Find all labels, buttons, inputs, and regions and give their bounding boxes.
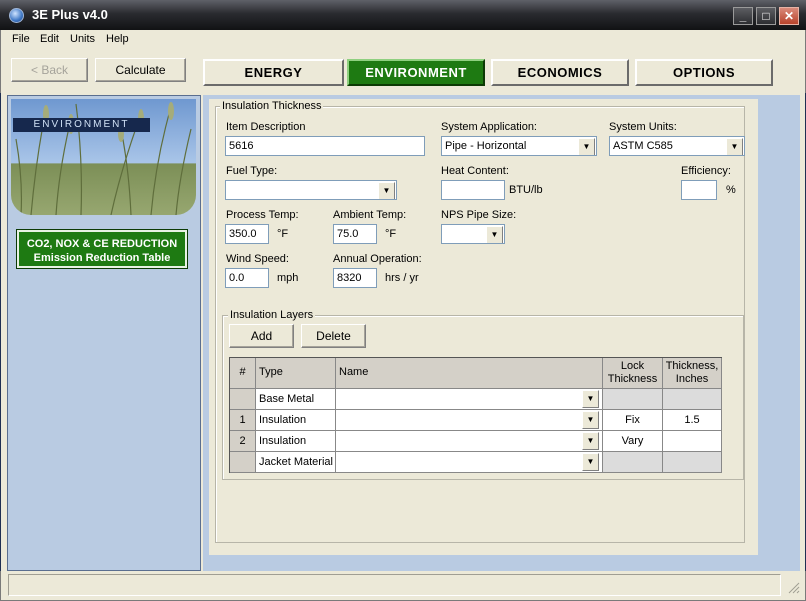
minimize-button[interactable]: _	[733, 7, 753, 25]
chevron-down-icon[interactable]: ▼	[582, 411, 599, 429]
lock-header-line1: Lock	[620, 360, 645, 372]
row-number	[230, 389, 256, 410]
efficiency-unit: %	[726, 184, 736, 196]
annual-operation-unit: hrs / yr	[385, 272, 419, 284]
thickness-header-line2: Inches	[675, 373, 709, 385]
report-button-line2: Emission Reduction Table	[33, 252, 171, 264]
chevron-down-icon[interactable]: ▼	[578, 138, 595, 155]
chevron-down-icon[interactable]: ▼	[378, 182, 395, 199]
heat-content-label: Heat Content:	[441, 165, 509, 177]
layer-type-cell[interactable]: Jacket Material	[256, 452, 336, 473]
chevron-down-icon[interactable]: ▼	[726, 138, 743, 155]
status-panel	[8, 574, 781, 596]
wind-speed-unit: mph	[277, 272, 299, 284]
layer-lock-cell	[603, 389, 663, 410]
layer-lock-cell[interactable]: Fix	[603, 410, 663, 431]
system-application-value: Pipe - Horizontal	[445, 140, 527, 152]
system-units-label: System Units:	[609, 121, 677, 133]
efficiency-label: Efficiency:	[681, 165, 731, 177]
layer-thickness-cell	[663, 389, 722, 410]
layer-thickness-cell[interactable]: 1.5	[663, 410, 722, 431]
maximize-button[interactable]: □	[756, 7, 776, 25]
process-temp-input[interactable]: 350.0	[225, 224, 269, 244]
banner-label: ENVIRONMENT	[13, 118, 150, 132]
report-button-line1: CO2, NOX & CE REDUCTION	[26, 238, 178, 250]
column-header-name: Name	[336, 358, 603, 389]
nps-pipe-size-select[interactable]: ▼	[441, 224, 505, 244]
layer-thickness-cell	[663, 452, 722, 473]
tab-energy[interactable]: ENERGY	[203, 59, 344, 86]
row-number	[230, 452, 256, 473]
chevron-down-icon[interactable]: ▼	[486, 226, 503, 243]
app-icon	[9, 8, 24, 23]
wind-speed-label: Wind Speed:	[226, 253, 289, 265]
chevron-down-icon[interactable]: ▼	[582, 390, 599, 408]
layer-lock-cell[interactable]: Vary	[603, 431, 663, 452]
layer-lock-cell	[603, 452, 663, 473]
column-header-lock-thickness: Lock Thickness	[603, 358, 663, 389]
layer-name-select[interactable]: ▼	[336, 431, 603, 452]
tab-environment[interactable]: ENVIRONMENT	[347, 59, 485, 86]
chevron-down-icon[interactable]: ▼	[582, 432, 599, 450]
annual-operation-input[interactable]: 8320	[333, 268, 377, 288]
insulation-thickness-title: Insulation Thickness	[220, 100, 324, 112]
close-button[interactable]: ✕	[779, 7, 799, 25]
system-units-value: ASTM C585	[613, 140, 673, 152]
emission-reduction-table-button[interactable]: CO2, NOX & CE REDUCTION Emission Reducti…	[16, 229, 188, 269]
process-temp-label: Process Temp:	[226, 209, 299, 221]
ambient-temp-input[interactable]: 75.0	[333, 224, 377, 244]
menu-edit[interactable]: Edit	[40, 33, 59, 45]
ambient-temp-label: Ambient Temp:	[333, 209, 407, 221]
process-temp-unit: °F	[277, 228, 289, 240]
column-header-thickness-inches: Thickness, Inches	[663, 358, 722, 389]
system-units-select[interactable]: ASTM C585 ▼	[609, 136, 745, 156]
delete-layer-button[interactable]: Delete	[301, 324, 366, 348]
title-bar	[0, 0, 806, 30]
annual-operation-label: Annual Operation:	[333, 253, 422, 265]
column-header-type: Type	[256, 358, 336, 389]
tab-options[interactable]: OPTIONS	[635, 59, 773, 86]
layer-thickness-cell[interactable]	[663, 431, 722, 452]
ambient-temp-unit: °F	[385, 228, 397, 240]
tab-economics[interactable]: ECONOMICS	[491, 59, 629, 86]
lock-header-line2: Thickness	[607, 373, 658, 385]
column-header-number: #	[230, 358, 256, 389]
insulation-layers-title: Insulation Layers	[228, 309, 316, 321]
system-application-select[interactable]: Pipe - Horizontal ▼	[441, 136, 597, 156]
layer-name-select[interactable]: ▼	[336, 389, 603, 410]
back-button[interactable]: < Back	[11, 58, 88, 82]
row-number: 2	[230, 431, 256, 452]
window-title: 3E Plus v4.0	[32, 7, 108, 22]
menu-help[interactable]: Help	[106, 33, 129, 45]
system-application-label: System Application:	[441, 121, 537, 133]
heat-content-input[interactable]	[441, 180, 505, 200]
environment-banner-image	[11, 99, 196, 215]
wind-speed-input[interactable]: 0.0	[225, 268, 269, 288]
layer-name-select[interactable]: ▼	[336, 452, 603, 473]
chevron-down-icon[interactable]: ▼	[582, 453, 599, 471]
item-description-input[interactable]: 5616	[225, 136, 425, 156]
efficiency-input[interactable]	[681, 180, 717, 200]
calculate-button[interactable]: Calculate	[95, 58, 186, 82]
layer-type-cell[interactable]: Insulation	[256, 431, 336, 452]
heat-content-unit: BTU/lb	[509, 184, 543, 196]
layer-type-cell[interactable]: Insulation	[256, 410, 336, 431]
fuel-type-select[interactable]: ▼	[225, 180, 397, 200]
fuel-type-label: Fuel Type:	[226, 165, 278, 177]
layer-name-select[interactable]: ▼	[336, 410, 603, 431]
thickness-header-line1: Thickness,	[665, 360, 719, 372]
row-number: 1	[230, 410, 256, 431]
menu-units[interactable]: Units	[70, 33, 95, 45]
add-layer-button[interactable]: Add	[229, 324, 294, 348]
resize-grip-icon[interactable]	[786, 580, 800, 594]
item-description-label: Item Description	[226, 121, 306, 133]
menu-file[interactable]: File	[12, 33, 30, 45]
layer-type-cell[interactable]: Base Metal	[256, 389, 336, 410]
nps-pipe-size-label: NPS Pipe Size:	[441, 209, 517, 221]
